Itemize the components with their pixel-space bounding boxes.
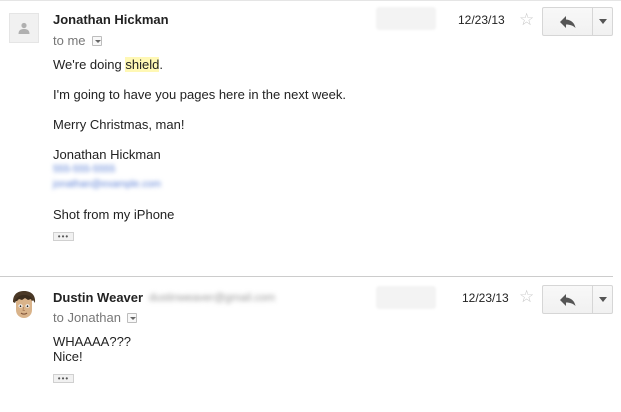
- body-line-3: Merry Christmas, man!: [53, 117, 185, 132]
- sender-name[interactable]: Dustin Weaver: [53, 290, 143, 305]
- reply-icon: [559, 293, 575, 306]
- signature-phone-link[interactable]: 555-555-5555: [53, 164, 115, 175]
- body-line-2: Nice!: [53, 349, 83, 364]
- more-options-button[interactable]: [593, 286, 612, 313]
- message-date: 12/23/13: [462, 291, 509, 305]
- reply-button[interactable]: [543, 286, 592, 313]
- recipient-text: to me: [53, 33, 86, 48]
- body-line-1: WHAAAA???: [53, 334, 132, 349]
- details-dropdown-icon[interactable]: [92, 36, 102, 46]
- sender-avatar-default[interactable]: [9, 13, 39, 43]
- show-trimmed-content-button[interactable]: •••: [53, 232, 74, 241]
- caret-down-icon: [598, 19, 607, 24]
- caret-down-icon: [598, 297, 607, 302]
- closing-line: Shot from my iPhone: [53, 207, 175, 222]
- sender-email: dustinweaver@gmail.com: [149, 292, 276, 304]
- search-highlight: shield: [125, 57, 160, 72]
- star-icon[interactable]: ☆: [519, 11, 534, 28]
- star-icon[interactable]: ☆: [519, 288, 534, 305]
- message-date: 12/23/13: [458, 13, 505, 27]
- body-text: We're doing: [53, 57, 126, 72]
- blurred-label: [376, 286, 436, 309]
- sender-avatar-photo[interactable]: [9, 290, 39, 320]
- message-divider: [0, 276, 613, 277]
- top-divider: [0, 0, 621, 1]
- reply-button-group: [542, 7, 613, 36]
- reply-icon: [559, 15, 575, 28]
- more-options-button[interactable]: [593, 8, 612, 35]
- body-line-2: I'm going to have you pages here in the …: [53, 87, 347, 102]
- body-text: .: [159, 57, 163, 72]
- recipient-text: to Jonathan: [53, 310, 121, 325]
- reply-button-group: [542, 285, 613, 314]
- sender-name[interactable]: Jonathan Hickman: [53, 12, 169, 27]
- details-dropdown-icon[interactable]: [127, 313, 137, 323]
- signature-email-link[interactable]: jonathan@example.com: [53, 179, 161, 190]
- blurred-label: [376, 7, 436, 30]
- reply-button[interactable]: [543, 8, 592, 35]
- body-line-1: We're doing shield.: [53, 57, 163, 72]
- signature-name: Jonathan Hickman: [53, 147, 161, 162]
- avatar-illustration-icon: [9, 290, 39, 320]
- show-trimmed-content-button[interactable]: •••: [53, 374, 74, 383]
- person-icon: [18, 22, 30, 34]
